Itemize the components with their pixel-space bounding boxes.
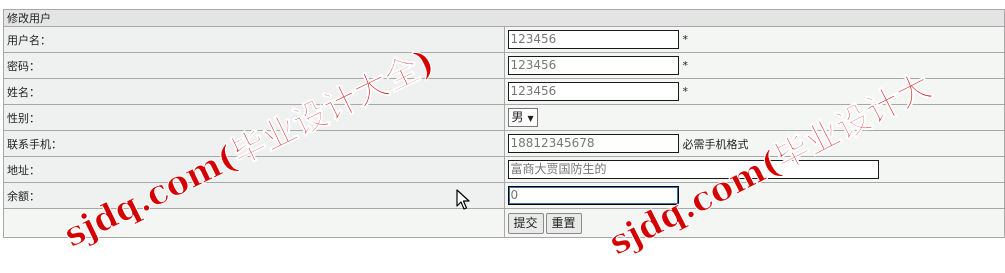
password-row: 密码： 123456 * [3, 52, 1005, 79]
form-title: 修改用户 [3, 9, 1005, 27]
name-label: 姓名： [3, 78, 505, 105]
address-label: 地址： [3, 156, 505, 183]
gender-row: 性别： 男 ▼ [3, 104, 1005, 131]
phone-row: 联系手机： 18812345678 必需手机格式 [3, 130, 1005, 157]
form-header-row: 修改用户 [3, 9, 1005, 27]
balance-label: 余额： [3, 182, 505, 209]
edit-user-form: 修改用户 用户名： 123456 * 密码： 123456 * 姓名： 123456… [3, 9, 1005, 238]
reset-button[interactable]: 重置 [545, 212, 582, 234]
phone-input[interactable]: 18812345678 [507, 134, 679, 153]
required-mark: * [682, 33, 689, 46]
password-label: 密码： [3, 52, 505, 79]
phone-format-hint: 必需手机格式 [682, 137, 749, 151]
required-mark: * [682, 85, 689, 98]
triangle-down-icon: ▼ [527, 114, 534, 123]
submit-button[interactable]: 提交 [507, 212, 544, 234]
required-mark: * [682, 59, 689, 72]
phone-label: 联系手机： [3, 130, 505, 157]
name-row: 姓名： 123456 * [3, 78, 1005, 105]
address-row: 地址： 富商大贾国防生的 [3, 156, 1005, 183]
name-input[interactable]: 123456 [507, 82, 679, 101]
balance-row: 余额： 0 [3, 182, 1005, 209]
gender-label: 性别： [3, 104, 505, 131]
button-row: 提交 重置 [3, 208, 1005, 238]
mouse-pointer-icon [456, 189, 470, 210]
username-row: 用户名： 123456 * [3, 26, 1005, 53]
username-input[interactable]: 123456 [507, 30, 679, 49]
address-input[interactable]: 富商大贾国防生的 [507, 160, 879, 179]
balance-input[interactable]: 0 [507, 186, 679, 205]
gender-select[interactable]: 男 ▼ [507, 108, 538, 127]
username-label: 用户名： [3, 26, 505, 53]
gender-selected-value: 男 [511, 110, 524, 124]
password-input[interactable]: 123456 [507, 56, 679, 75]
